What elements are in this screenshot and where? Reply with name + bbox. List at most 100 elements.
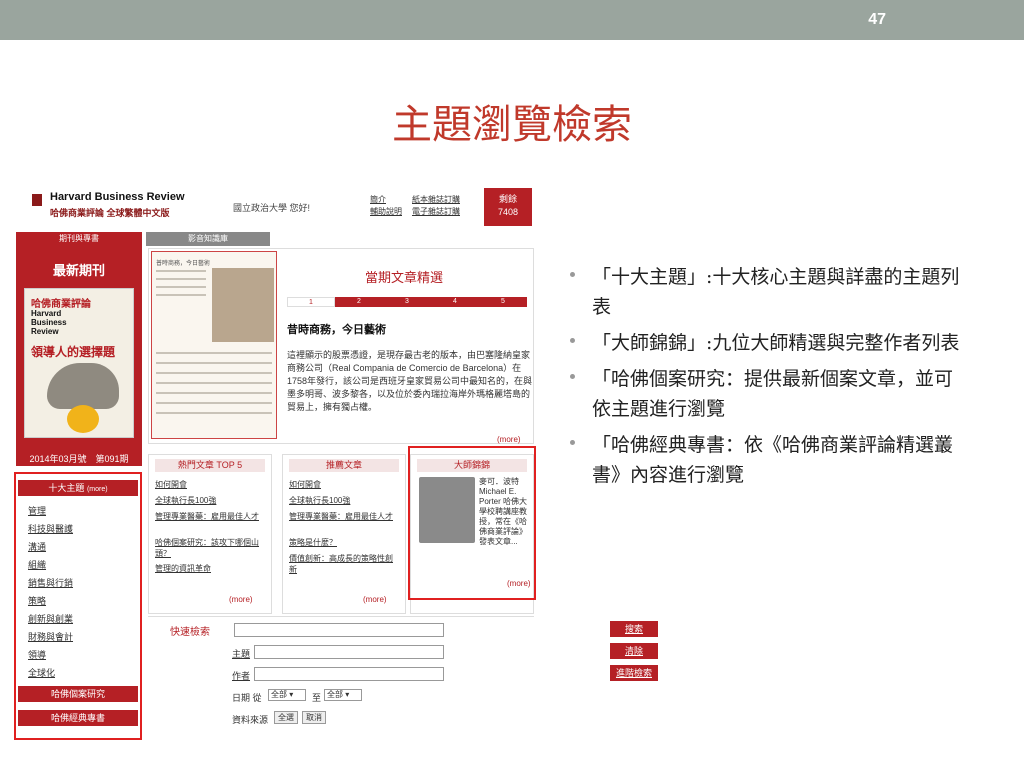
feature-more-link[interactable]: (more) xyxy=(497,435,521,444)
feature-panel: 普時商務，今日藝術 當期文章精選 1 2 3 4 5 昔時商務，今日藝術 這裡顯… xyxy=(148,248,534,444)
page-3-button[interactable]: 3 xyxy=(383,297,431,307)
search-button[interactable]: 搜索 xyxy=(610,621,658,637)
keyword-input[interactable] xyxy=(234,623,444,637)
date-to-select[interactable]: 全部 ▾ xyxy=(324,689,362,701)
select-all-button[interactable]: 全選 xyxy=(274,711,298,724)
thumb-text-line xyxy=(156,278,206,280)
bullet-list: 「十大主題」:十大核心主題與詳盡的主題列表 「大師錦錦」:九位大師精選與完整作者… xyxy=(568,262,968,496)
page-2-button[interactable]: 2 xyxy=(335,297,383,307)
bullet-dot-icon xyxy=(570,440,575,445)
popular-item[interactable]: 管理專業醫藥：雇用最佳人才 xyxy=(155,511,265,522)
popular-header: 熱門文章 TOP 5 xyxy=(155,459,265,472)
clear-button[interactable]: 清除 xyxy=(610,643,658,659)
feature-header: 當期文章精選 xyxy=(365,270,444,285)
page-4-button[interactable]: 4 xyxy=(431,297,479,307)
brand-name-cn: 哈佛商業評論 全球繁體中文版 xyxy=(50,208,170,218)
gold-ball-illustration xyxy=(67,405,99,433)
latest-issue-panel: 最新期刊 哈佛商業評論 Harvard Business Review 領導人的… xyxy=(16,246,142,466)
thumb-text-line xyxy=(156,294,206,296)
thumb-text-line xyxy=(156,286,206,288)
bullet-item: 「十大主題」:十大核心主題與詳盡的主題列表 xyxy=(568,262,968,322)
link-ebook-subscribe[interactable]: 電子雜誌訂購 xyxy=(412,206,460,218)
feature-headline[interactable]: 昔時商務，今日藝術 xyxy=(287,321,386,337)
bullet-item: 「大師錦錦」:九位大師精選與完整作者列表 xyxy=(568,328,968,358)
popular-item[interactable]: 如何開會 xyxy=(155,479,265,490)
credit-label: 剩餘 xyxy=(498,194,517,204)
website-screenshot: Harvard Business Review 哈佛商業評論 全球繁體中文版 國… xyxy=(14,186,658,742)
source-label: 資料來源 xyxy=(232,715,269,725)
date-to-value: 全部 xyxy=(327,690,343,699)
date-label: 日期 從 xyxy=(232,693,262,703)
thumb-text-line xyxy=(156,392,272,394)
author-input[interactable] xyxy=(254,667,444,681)
link-print-subscribe[interactable]: 紙本雜誌訂購 xyxy=(412,194,460,206)
recommended-item[interactable]: 價值創新：高成長的策略性創新 xyxy=(289,553,399,575)
thumb-text-line xyxy=(156,270,206,272)
credit-badge: 剩餘 7408 xyxy=(484,188,532,226)
bullet-dot-icon xyxy=(570,272,575,277)
issue-label: 2014年03月號 第091期 xyxy=(29,454,129,464)
greeting: 國立政治大學 您好! xyxy=(233,203,311,213)
subject-input[interactable] xyxy=(254,645,444,659)
slide-title: 主題瀏覽檢索 xyxy=(392,102,632,148)
magazine-cover[interactable]: 哈佛商業評論 Harvard Business Review 領導人的選擇題 xyxy=(24,288,134,438)
author-label: 作者 xyxy=(232,671,251,681)
cover-line1: 哈佛商業評論 xyxy=(31,299,91,310)
bullet-item: 「哈佛個案研究：提供最新個案文章，並可依主題進行瀏覽 xyxy=(568,364,968,424)
bullet-text: 「大師錦錦」:九位大師精選與完整作者列表 xyxy=(592,332,960,354)
tab-journals[interactable]: 期刊與專書 xyxy=(16,232,142,246)
latest-issue-title: 最新期刊 xyxy=(52,263,105,278)
link-help[interactable]: 輔助說明 xyxy=(370,206,402,218)
recommended-item[interactable]: 管理專業醫藥：雇用最佳人才 xyxy=(289,511,399,522)
bullet-item: 「哈佛經典專書：依《哈佛商業評論精選叢書》內容進行瀏覽 xyxy=(568,430,968,490)
bullet-dot-icon xyxy=(570,374,575,379)
popular-item[interactable]: 管理的資訊革命 xyxy=(155,563,265,574)
chevron-down-icon: ▾ xyxy=(345,690,350,699)
feature-thumbnail[interactable]: 普時商務，今日藝術 xyxy=(151,251,277,439)
thumb-text-line xyxy=(156,362,272,364)
slide-header-bar: 47 xyxy=(0,0,1024,40)
recommended-articles-box: 推薦文章 如何開會 全球執行長100強 管理專業醫藥：雇用最佳人才 策略是什麼？… xyxy=(282,454,406,614)
thumb-text-line xyxy=(156,402,272,404)
highlight-frame-menu xyxy=(14,472,142,740)
page-1-button[interactable]: 1 xyxy=(287,297,335,307)
search-title: 快速檢索 xyxy=(170,627,210,638)
popular-item[interactable]: 哈佛個案研究：該攻下哪個山頭？ xyxy=(155,537,265,559)
subject-label: 主題 xyxy=(232,649,251,659)
recommended-item[interactable]: 如何開會 xyxy=(289,479,399,490)
recommended-item[interactable]: 策略是什麼？ xyxy=(289,537,399,548)
header-links: 簡介 紙本雜誌訂購 輔助說明 電子雜誌訂購 xyxy=(366,194,482,220)
link-intro[interactable]: 簡介 xyxy=(370,194,386,206)
bullet-text: 「哈佛個案研究：提供最新個案文章，並可依主題進行瀏覽 xyxy=(592,368,954,420)
feature-pager: 1 2 3 4 5 xyxy=(287,297,529,307)
thumb-text-line xyxy=(156,372,272,374)
popular-articles-box: 熱門文章 TOP 5 如何開會 全球執行長100強 管理專業醫藥：雇用最佳人才 … xyxy=(148,454,272,614)
hbr-shield-icon xyxy=(32,194,42,206)
highlight-frame-masters xyxy=(408,446,536,600)
slide-number: 47 xyxy=(868,11,886,28)
date-from-select[interactable]: 全部 ▾ xyxy=(268,689,306,701)
cover-line3: 領導人的選擇題 xyxy=(31,345,116,359)
popular-more-link[interactable]: (more) xyxy=(229,595,253,604)
popular-item[interactable]: 全球執行長100強 xyxy=(155,495,265,506)
chevron-down-icon: ▾ xyxy=(289,690,294,699)
quick-search-panel: 快速檢索 主題 作者 日期 從 全部 ▾ 至 全部 ▾ 資料來源 全選 取消 搜… xyxy=(148,616,658,736)
thumb-title: 普時商務，今日藝術 xyxy=(156,261,211,267)
thumb-text-line xyxy=(156,382,272,384)
recommended-more-link[interactable]: (more) xyxy=(363,595,387,604)
page-5-button[interactable]: 5 xyxy=(479,297,527,307)
thumb-text-line xyxy=(156,352,272,354)
thumb-image xyxy=(212,268,274,342)
cancel-button[interactable]: 取消 xyxy=(302,711,326,724)
credit-value: 7408 xyxy=(497,207,519,217)
brand-name: Harvard Business Review xyxy=(50,191,185,203)
bullet-dot-icon xyxy=(570,338,575,343)
date-from-value: 全部 xyxy=(271,690,287,699)
tab-video[interactable]: 影音知識庫 xyxy=(146,232,270,246)
recommended-header: 推薦文章 xyxy=(289,459,399,472)
recommended-item[interactable]: 全球執行長100強 xyxy=(289,495,399,506)
elephant-illustration xyxy=(47,363,119,409)
bullet-text: 「十大主題」:十大核心主題與詳盡的主題列表 xyxy=(592,266,960,318)
advanced-search-button[interactable]: 進階檢索 xyxy=(610,665,658,681)
bullet-text: 「哈佛經典專書：依《哈佛商業評論精選叢書》內容進行瀏覽 xyxy=(592,434,954,486)
